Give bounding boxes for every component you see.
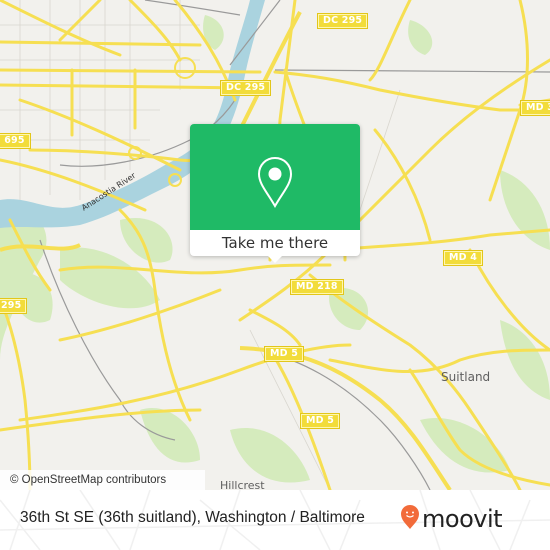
- route-shield-i-695: I 695: [0, 133, 31, 149]
- footer-bar: 36th St SE (36th suitland), Washington /…: [0, 490, 550, 550]
- popup-header[interactable]: [190, 124, 360, 230]
- take-me-there-popup[interactable]: Take me there: [190, 124, 360, 263]
- route-shield-md-3: MD 3: [519, 100, 550, 116]
- location-title: 36th St SE (36th suitland), Washington /…: [20, 509, 365, 526]
- moovit-logo[interactable]: moovit: [400, 504, 503, 534]
- map-canvas[interactable]: DC 295 DC 295 MD 3 I 695 MD 4 MD 218 MD …: [0, 0, 550, 490]
- route-shield-md-4: MD 4: [442, 250, 484, 266]
- route-shield-i-295: 295: [0, 298, 28, 314]
- place-label-suitland: Suitland: [441, 370, 491, 384]
- route-shield-md-5-south: MD 5: [299, 413, 341, 429]
- place-label-hillcrest: Hillcrest: [220, 479, 265, 490]
- route-shield-dc-295-mid: DC 295: [219, 80, 272, 96]
- popup-pointer: [267, 255, 283, 263]
- route-shield-md-5-north: MD 5: [263, 346, 305, 362]
- osm-attribution[interactable]: © OpenStreetMap contributors: [0, 470, 205, 490]
- moovit-wordmark: moovit: [422, 505, 503, 533]
- take-me-there-button[interactable]: Take me there: [190, 230, 360, 256]
- route-shield-dc-295-north: DC 295: [316, 13, 369, 29]
- moovit-pin-icon: [400, 504, 420, 534]
- route-shield-md-218: MD 218: [290, 279, 344, 295]
